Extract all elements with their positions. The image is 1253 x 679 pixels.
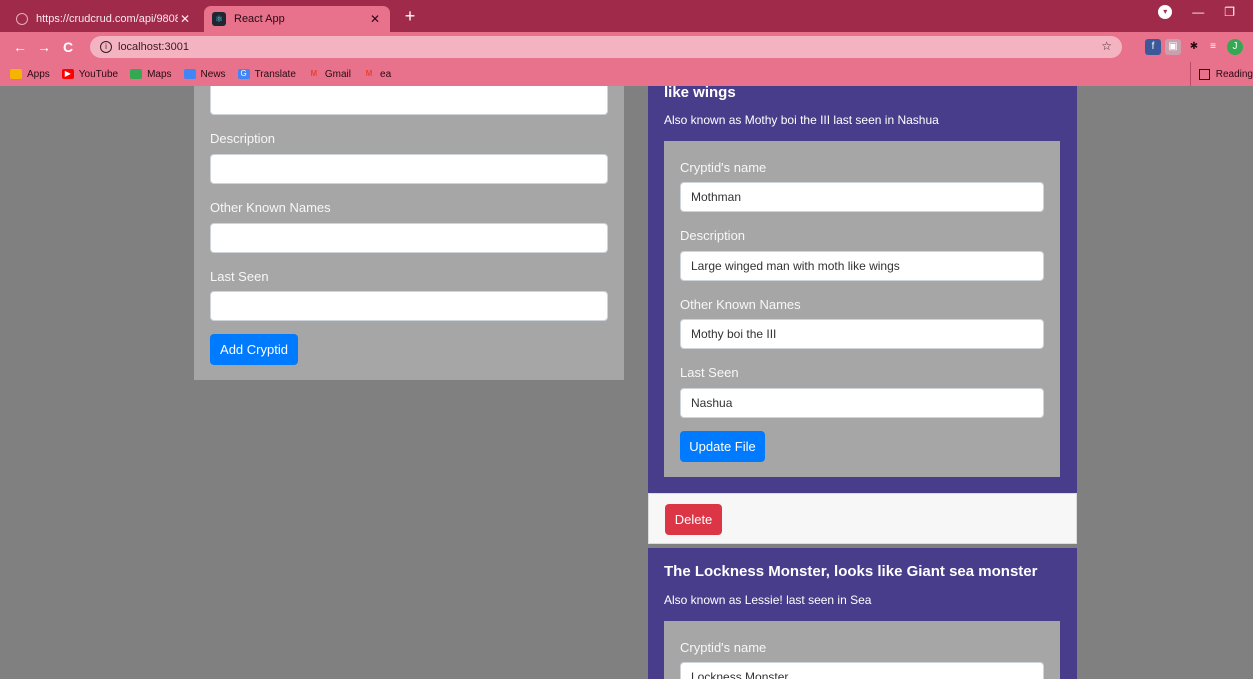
cryptid-title: like wings	[664, 86, 736, 101]
cryptid-name-label: Cryptid's name	[680, 160, 767, 175]
bookmark-maps[interactable]: Maps	[130, 68, 172, 80]
facebook-extension-icon[interactable]: f	[1145, 39, 1161, 55]
reading-list-button[interactable]: Reading	[1189, 62, 1253, 86]
maps-icon	[130, 69, 143, 79]
bookmark-label: ea	[380, 68, 392, 80]
translate-icon: G	[237, 69, 250, 79]
tab-title: React App	[234, 13, 285, 25]
site-info-icon[interactable]: i	[100, 41, 112, 53]
cryptid-card: like wings Also known as Mothy boi the I…	[648, 86, 1077, 493]
url-text: localhost:3001	[118, 41, 189, 53]
bookmark-label: YouTube	[78, 68, 119, 80]
close-tab-icon[interactable]: ✕	[368, 12, 382, 26]
new-tab-button[interactable]: +	[400, 6, 420, 26]
puzzle-extensions-icon[interactable]: ✱	[1186, 39, 1202, 55]
browser-tab-strip: https://crudcrud.com/api/9808c8 ✕ ⚛ Reac…	[0, 0, 1253, 32]
cryptid-list: like wings Also known as Mothy boi the I…	[648, 86, 1077, 679]
reading-list-label: Reading	[1215, 68, 1253, 80]
cryptid-card: The Lockness Monster, looks like Giant s…	[648, 548, 1077, 679]
add-cryptid-button[interactable]: Add Cryptid	[210, 334, 298, 365]
bookmarks-bar: Apps ▶ YouTube Maps News G Translate M G…	[0, 62, 1253, 86]
tab-search-icon[interactable]: ▾	[1158, 5, 1173, 19]
bookmark-gmail[interactable]: M Gmail	[308, 69, 351, 80]
bookmark-ea[interactable]: M ea	[363, 69, 391, 80]
back-arrow-icon[interactable]: ←	[8, 39, 32, 55]
restore-icon[interactable]: ❐	[1224, 5, 1235, 19]
apps-grid-icon	[10, 69, 22, 79]
card-footer: Delete	[648, 493, 1077, 544]
bookmark-label: Maps	[147, 68, 172, 80]
bookmark-translate[interactable]: G Translate	[237, 68, 296, 80]
youtube-icon: ▶	[61, 69, 74, 79]
cryptid-name-label: Cryptid's name	[680, 640, 767, 655]
cryptid-name-input[interactable]	[210, 86, 608, 115]
cryptid-title: The Lockness Monster, looks like Giant s…	[664, 563, 1038, 580]
add-cryptid-form: Description Other Known Names Last Seen …	[194, 86, 624, 380]
close-tab-icon[interactable]: ✕	[178, 12, 192, 26]
other-names-input[interactable]	[210, 223, 608, 253]
cryptid-subtitle: Also known as Mothy boi the III last see…	[664, 113, 939, 127]
globe-icon	[16, 13, 28, 25]
update-cryptid-form: Cryptid's name Lockness Monster	[664, 621, 1060, 679]
profile-avatar[interactable]: J	[1227, 39, 1243, 55]
window-controls: ▾ — ❐	[1158, 5, 1235, 19]
tab-title: https://crudcrud.com/api/9808c8	[36, 13, 178, 25]
cryptid-subtitle: Also known as Lessie! last seen in Sea	[664, 593, 872, 607]
description-label: Description	[210, 131, 276, 146]
description-input[interactable]: Large winged man with moth like wings	[680, 251, 1044, 281]
reading-list-icon	[1198, 68, 1210, 80]
other-names-label: Other Known Names	[210, 200, 331, 215]
bookmark-label: News	[200, 68, 226, 80]
gmail-icon: M	[365, 69, 373, 78]
reload-icon[interactable]: C	[56, 39, 80, 55]
address-bar[interactable]: i localhost:3001 ☆	[90, 36, 1122, 58]
cryptid-name-input[interactable]: Mothman	[680, 182, 1044, 212]
cryptid-name-input[interactable]: Lockness Monster	[680, 662, 1044, 679]
page-content: Description Other Known Names Last Seen …	[0, 86, 1253, 679]
bookmark-label: Apps	[27, 68, 50, 80]
bookmark-news[interactable]: News	[183, 68, 226, 80]
gmail-icon: M	[310, 69, 318, 78]
news-icon	[183, 69, 196, 79]
browser-toolbar: ← → C i localhost:3001 ☆ f ▣ ✱ ≡ J	[0, 32, 1253, 62]
react-icon: ⚛	[212, 12, 226, 26]
update-cryptid-form: Cryptid's name Mothman Description Large…	[664, 141, 1060, 477]
update-file-button[interactable]: Update File	[680, 431, 765, 462]
forward-arrow-icon[interactable]: →	[32, 39, 56, 55]
media-queue-icon[interactable]: ≡	[1205, 39, 1221, 55]
bookmark-apps[interactable]: Apps	[10, 69, 50, 80]
last-seen-input[interactable]	[210, 291, 608, 321]
extension-icon[interactable]: ▣	[1165, 39, 1181, 55]
bookmark-label: Translate	[254, 68, 296, 80]
delete-button[interactable]: Delete	[665, 504, 722, 535]
bookmark-star-icon[interactable]: ☆	[1101, 39, 1112, 53]
other-names-input[interactable]: Mothy boi the III	[680, 319, 1044, 349]
bookmark-youtube[interactable]: ▶ YouTube	[61, 68, 119, 80]
last-seen-label: Last Seen	[210, 269, 269, 284]
bookmark-label: Gmail	[324, 68, 352, 80]
description-label: Description	[680, 228, 746, 243]
tab-react-app[interactable]: ⚛ React App ✕	[204, 6, 390, 32]
tab-crudcrud[interactable]: https://crudcrud.com/api/9808c8 ✕	[8, 6, 200, 32]
description-input[interactable]	[210, 154, 608, 184]
other-names-label: Other Known Names	[680, 297, 801, 312]
minimize-icon[interactable]: —	[1192, 5, 1204, 19]
last-seen-input[interactable]: Nashua	[680, 388, 1044, 418]
last-seen-label: Last Seen	[680, 365, 739, 380]
